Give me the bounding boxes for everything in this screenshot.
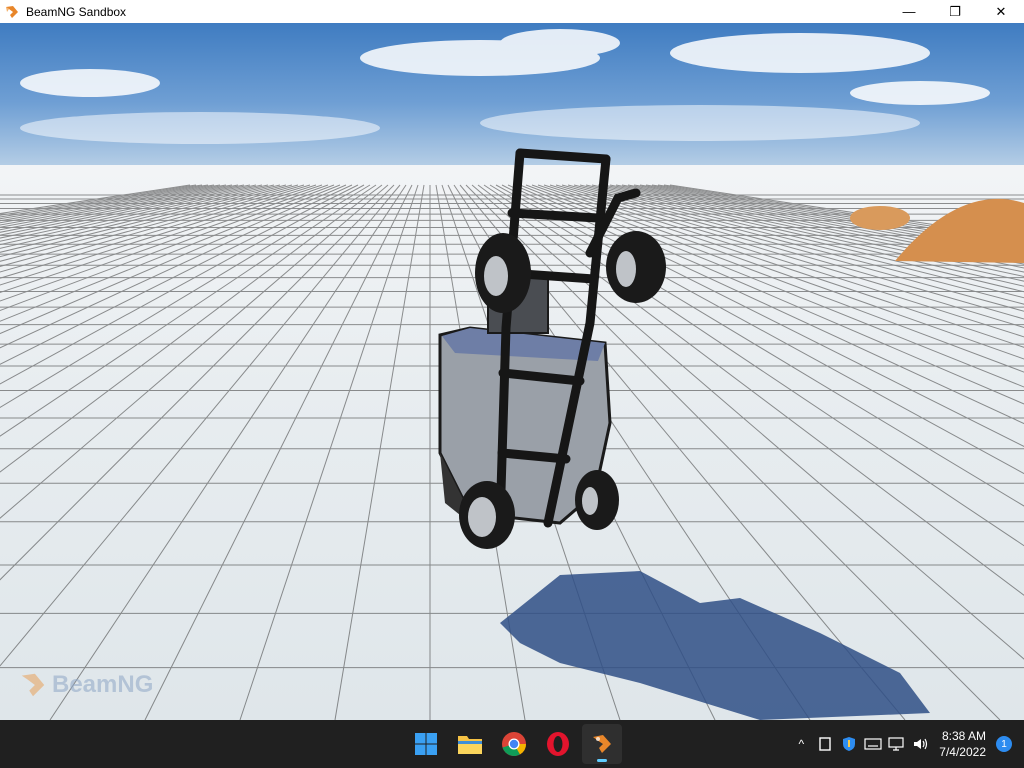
keyboard-icon[interactable] (862, 733, 884, 755)
beamng-logo-icon (21, 673, 45, 697)
opera-icon[interactable] (538, 724, 578, 764)
clock-date: 7/4/2022 (939, 745, 986, 759)
beamng-app-icon (4, 4, 20, 20)
clouds (20, 29, 990, 144)
network-icon[interactable] (886, 733, 908, 755)
security-shield-icon[interactable] (838, 733, 860, 755)
close-button[interactable]: ✕ (978, 0, 1024, 23)
taskbar: ^ 8:38 AM 7/4/2022 1 (0, 720, 1024, 768)
notification-badge[interactable]: 1 (996, 736, 1012, 752)
minimize-button[interactable]: — (886, 0, 932, 23)
chrome-icon[interactable] (494, 724, 534, 764)
start-icon[interactable] (406, 724, 446, 764)
system-tray: ^ 8:38 AM 7/4/2022 1 (789, 720, 1024, 768)
game-viewport[interactable]: BeamNG (0, 23, 1024, 720)
maximize-button[interactable]: ❐ (932, 0, 978, 23)
window-titlebar: BeamNG Sandbox — ❐ ✕ (0, 0, 1024, 23)
tablet-icon[interactable] (814, 733, 836, 755)
window-title: BeamNG Sandbox (26, 4, 127, 19)
beamng-icon[interactable] (582, 724, 622, 764)
chevron-up-icon[interactable]: ^ (790, 733, 812, 755)
scene-graphics (0, 29, 1024, 720)
window-controls: — ❐ ✕ (886, 0, 1024, 23)
file-explorer-icon[interactable] (450, 724, 490, 764)
clock-time: 8:38 AM (941, 729, 986, 743)
taskbar-apps (404, 720, 624, 768)
volume-icon[interactable] (910, 733, 932, 755)
beamng-watermark: BeamNG (18, 670, 153, 700)
vehicle-shadow (500, 571, 930, 720)
watermark-text: BeamNG (52, 671, 154, 698)
clock[interactable]: 8:38 AM 7/4/2022 (939, 728, 986, 760)
